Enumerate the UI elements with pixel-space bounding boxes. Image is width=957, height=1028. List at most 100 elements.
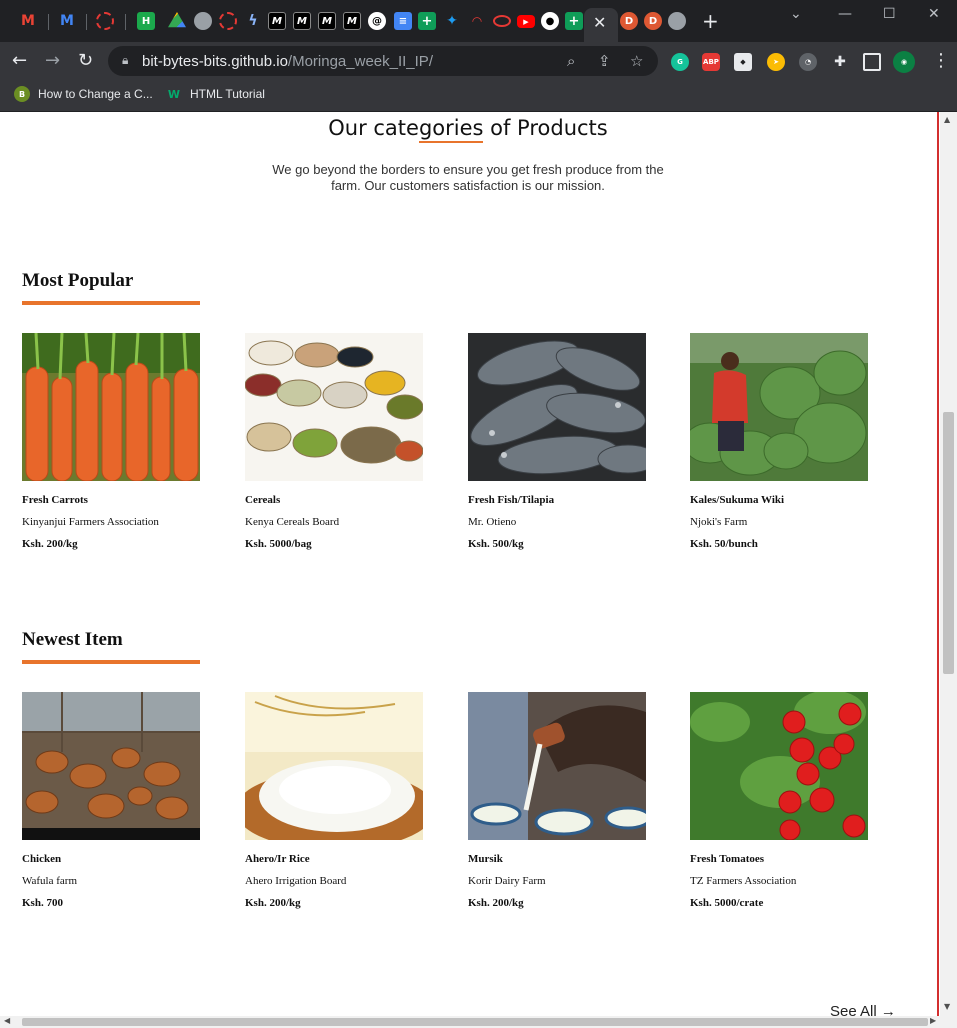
product-name: Fresh Fish/Tilapia (468, 494, 555, 506)
tomatoes-image (690, 692, 868, 840)
product-seller: TZ Farmers Association (690, 875, 797, 887)
tab-search-chevron-icon[interactable]: ⌄ (790, 6, 802, 22)
close-window-icon[interactable]: ✕ (928, 6, 940, 22)
medium-tab-icon[interactable]: M (318, 12, 336, 30)
scroll-right-arrow-icon[interactable]: ▶ (930, 1016, 936, 1025)
bookmark-label: How to Change a C... (38, 87, 153, 101)
tab-strip: M M H ϟ M M M M @ ≡ + ✦ ◠ ▶ ● + ✕ D D + … (0, 0, 957, 42)
horizontal-scroll-thumb[interactable] (22, 1018, 928, 1026)
speedometer-tab-icon[interactable]: ◠ (468, 12, 486, 30)
product-card-rice[interactable]: Ahero/Ir Rice Ahero Irrigation Board Ksh… (245, 692, 423, 909)
google-drive-tab-icon[interactable] (168, 12, 186, 28)
gmail-tab-icon[interactable]: M (58, 12, 76, 30)
rice-image (245, 692, 423, 840)
medium-tab-icon[interactable]: M (268, 12, 286, 30)
categories-heading: Our categories of Products (0, 116, 936, 143)
gmail-tab-icon[interactable]: M (19, 12, 37, 30)
product-card-mursik[interactable]: Mursik Korir Dairy Farm Ksh. 200/kg (468, 692, 646, 909)
minimize-icon[interactable]: — (838, 6, 852, 22)
clock-extension-icon[interactable]: ◔ (799, 53, 817, 71)
fish-image (468, 333, 646, 481)
profile-avatar[interactable]: ◉ (893, 51, 915, 73)
heading-underline (22, 660, 200, 664)
product-card-kales[interactable]: Kales/Sukuma Wiki Njoki's Farm Ksh. 50/b… (690, 333, 868, 550)
globe-tab-icon[interactable] (668, 12, 686, 30)
google-sheets-tab-icon[interactable]: + (565, 12, 583, 30)
product-price: Ksh. 200/kg (245, 897, 301, 909)
browser-toolbar: ← → ↻ 🔒︎ bit-bytes-bits.github.io/Moring… (0, 42, 957, 80)
scroll-up-arrow-icon[interactable]: ▲ (944, 115, 950, 124)
heading-underline (22, 301, 200, 305)
product-card-tomatoes[interactable]: Fresh Tomatoes TZ Farmers Association Ks… (690, 692, 868, 909)
opera-tab-icon[interactable] (219, 12, 237, 30)
product-card-chicken[interactable]: Chicken Wafula farm Ksh. 700 (22, 692, 200, 909)
vertical-scrollbar[interactable]: ▲ ▼ (940, 112, 957, 1016)
product-name: Chicken (22, 853, 62, 865)
bookmark-item[interactable]: B How to Change a C... (14, 86, 153, 102)
product-card-cereals[interactable]: Cereals Kenya Cereals Board Ksh. 5000/ba… (245, 333, 423, 550)
most-popular-heading: Most Popular (22, 270, 134, 291)
browser-menu-icon[interactable]: ⋮ (932, 50, 950, 71)
medium-tab-icon[interactable]: M (293, 12, 311, 30)
product-price: Ksh. 5000/bag (245, 538, 312, 550)
scroll-down-arrow-icon[interactable]: ▼ (944, 1002, 950, 1011)
mursik-image (468, 692, 646, 840)
newest-item-heading: Newest Item (22, 629, 123, 650)
duckduckgo-tab-icon[interactable]: D (620, 12, 638, 30)
product-price: Ksh. 200/kg (468, 897, 524, 909)
bitwarden-extension-icon[interactable]: ◆ (734, 53, 752, 71)
tab-separator (125, 14, 126, 30)
globe-tab-icon[interactable] (194, 12, 212, 30)
vertical-scroll-thumb[interactable] (943, 412, 954, 674)
product-price: Ksh. 200/kg (22, 538, 78, 550)
cereals-image (245, 333, 423, 481)
product-name: Cereals (245, 494, 281, 506)
new-tab-icon[interactable]: + (702, 11, 719, 31)
address-bar[interactable]: 🔒︎ bit-bytes-bits.github.io/Moringa_week… (108, 46, 658, 76)
url-text[interactable]: bit-bytes-bits.github.io/Moringa_week_II… (142, 53, 433, 70)
product-name: Mursik (468, 853, 503, 865)
youtube-tab-icon[interactable]: ▶ (517, 15, 535, 28)
product-name: Ahero/Ir Rice (245, 853, 310, 865)
opera-tab-icon[interactable] (96, 12, 114, 30)
product-card-fish[interactable]: Fresh Fish/Tilapia Mr. Otieno Ksh. 500/k… (468, 333, 646, 550)
spiral-tab-icon[interactable]: @ (368, 12, 386, 30)
side-panel-icon[interactable] (863, 53, 881, 71)
back-icon[interactable]: ← (12, 50, 27, 71)
reload-icon[interactable]: ↻ (78, 50, 93, 71)
grammarly-extension-icon[interactable]: G (671, 53, 689, 71)
product-price: Ksh. 50/bunch (690, 538, 758, 550)
compass-extension-icon[interactable]: ➤ (767, 53, 785, 71)
medium-tab-icon[interactable]: M (343, 12, 361, 30)
google-sheets-tab-icon[interactable]: + (418, 12, 436, 30)
product-seller: Mr. Otieno (468, 516, 517, 528)
lightning-tab-icon[interactable]: ϟ (244, 12, 262, 30)
horizontal-scrollbar[interactable]: ◀ ▶ (0, 1016, 957, 1028)
product-seller: Wafula farm (22, 875, 77, 887)
opera-tab-icon[interactable] (493, 15, 511, 27)
product-card-carrots[interactable]: Fresh Carrots Kinyanjui Farmers Associat… (22, 333, 200, 550)
google-docs-tab-icon[interactable]: ≡ (394, 12, 412, 30)
product-name: Fresh Tomatoes (690, 853, 765, 865)
product-seller: Ahero Irrigation Board (245, 875, 347, 887)
twitter-tab-icon[interactable]: ✦ (443, 12, 461, 30)
duckduckgo-tab-icon[interactable]: D (644, 12, 662, 30)
close-tab-icon[interactable]: ✕ (593, 13, 606, 32)
maximize-icon[interactable]: ☐ (883, 6, 896, 22)
extensions-puzzle-icon[interactable]: ✚ (831, 53, 849, 71)
hackerrank-tab-icon[interactable]: H (137, 12, 155, 30)
product-seller: Kenya Cereals Board (245, 516, 340, 528)
zoom-icon[interactable]: ⌕ (567, 52, 575, 70)
kales-image (690, 333, 868, 481)
forward-icon[interactable]: → (45, 50, 60, 71)
share-icon[interactable]: ⇪ (598, 52, 611, 70)
bookmark-star-icon[interactable]: ☆ (630, 52, 643, 70)
chicken-image (22, 692, 200, 840)
scroll-left-arrow-icon[interactable]: ◀ (4, 1016, 10, 1025)
adblock-plus-extension-icon[interactable]: ABP (702, 53, 720, 71)
categories-subtitle: We go beyond the borders to ensure you g… (272, 162, 664, 193)
github-tab-icon[interactable]: ● (541, 12, 559, 30)
page-viewport: Our categories of Products We go beyond … (0, 112, 957, 1028)
product-seller: Kinyanjui Farmers Association (22, 516, 159, 528)
bookmark-item[interactable]: W HTML Tutorial (166, 86, 265, 102)
